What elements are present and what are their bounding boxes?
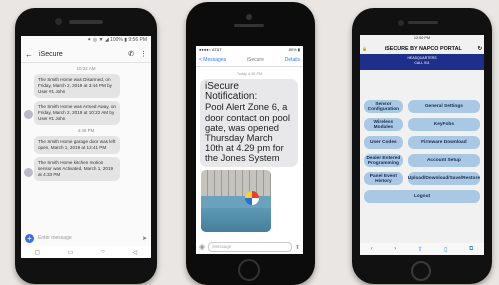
- share-icon[interactable]: ⇧: [418, 246, 423, 253]
- address-bar[interactable]: 🔒 iSECURE BY NAPCO PORTAL ↻: [360, 43, 484, 54]
- split-icon[interactable]: ▭: [68, 249, 74, 256]
- alert-body: Pool Alert Zone 6, a door contact on poo…: [205, 101, 290, 164]
- alert-heading: iSecure Notification:: [205, 81, 258, 103]
- upload-download-button[interactable]: Upload/Download/Save/Restore: [407, 172, 480, 185]
- home-button[interactable]: [411, 261, 431, 281]
- alert-message-bubble: iSecure Notification: Pool Alert Zone 6,…: [200, 79, 298, 167]
- general-settings-button[interactable]: General Settings: [407, 100, 480, 113]
- keyfobs-button[interactable]: KeyFobs: [407, 118, 480, 131]
- avatar: [24, 168, 33, 177]
- panel-event-history-button[interactable]: Panel Event History: [364, 172, 403, 185]
- earpiece-speaker: [234, 24, 264, 27]
- message-timestamp: 10:22 AM: [76, 66, 96, 71]
- conversation-title: iSecure: [39, 50, 63, 58]
- android-phone: ⁕ ◎ ▼ ◢ 100% ▮ 9:56 PM ← iSecure ✆ ⋮ 10:…: [15, 8, 157, 284]
- message-timestamp: 4:48 PM: [77, 128, 95, 133]
- compose-bar: + Enter message ➤: [21, 232, 151, 244]
- pool-photo[interactable]: [201, 169, 271, 232]
- portal-url[interactable]: iSECURE BY NAPCO PORTAL: [369, 46, 477, 52]
- earpiece-speaker: [69, 20, 103, 24]
- compose-bar: ◉ iMessage ⬆: [196, 240, 303, 254]
- bookmarks-icon[interactable]: ▯: [444, 246, 447, 253]
- android-nav-bar: ◻ ▭ ○ ◁: [21, 246, 151, 258]
- banner-line: CALL 911: [414, 60, 430, 65]
- browser-toolbar: ‹ › ⇧ ▯ ⧉: [360, 243, 484, 255]
- account-banner: HEADQUARTERS CALL 911: [360, 54, 484, 70]
- message-timestamp: Today 4:35 PM: [236, 72, 263, 76]
- back-icon[interactable]: ◁: [132, 249, 137, 256]
- pool-water: [201, 207, 271, 232]
- iphone-messages: ●●●●○ AT&T 80% ▮ < Messages iSecure Deta…: [186, 2, 315, 285]
- send-icon[interactable]: ⬆: [295, 244, 300, 251]
- contact-name: iSecure: [246, 57, 264, 63]
- details-button[interactable]: Details: [285, 57, 300, 63]
- battery-label: 80% ▮: [288, 47, 300, 52]
- camera-icon[interactable]: ◉: [199, 243, 205, 251]
- front-camera: [398, 20, 404, 26]
- front-camera: [246, 14, 252, 20]
- back-icon[interactable]: ‹: [371, 246, 373, 252]
- message-input[interactable]: Enter message: [38, 235, 142, 241]
- send-icon[interactable]: ➤: [142, 235, 147, 242]
- messages-nav-bar: < Messages iSecure Details: [196, 54, 303, 67]
- forward-icon[interactable]: ›: [394, 246, 396, 252]
- home-icon[interactable]: ○: [101, 249, 105, 255]
- iphone-portal: 12:00 PM 🔒 iSECURE BY NAPCO PORTAL ↻ HEA…: [352, 8, 492, 284]
- sms-screen: ⁕ ◎ ▼ ◢ 100% ▮ 9:56 PM ← iSecure ✆ ⋮ 10:…: [21, 36, 151, 258]
- status-bar: ⁕ ◎ ▼ ◢ 100% ▮ 9:56 PM: [87, 37, 147, 43]
- home-button[interactable]: [238, 259, 260, 281]
- dealer-programming-button[interactable]: Dealer Entered Programming: [364, 154, 403, 167]
- message-bubble: The Smith Home garage door was left open…: [34, 136, 120, 154]
- reload-icon[interactable]: ↻: [477, 46, 482, 52]
- firmware-download-button[interactable]: Firmware Download: [407, 136, 480, 149]
- lock-icon: 🔒: [362, 46, 367, 51]
- back-arrow-icon[interactable]: ←: [25, 50, 33, 59]
- front-camera: [55, 18, 62, 25]
- earpiece-speaker: [408, 21, 438, 24]
- wireless-modules-button[interactable]: Wireless Modules: [364, 118, 403, 131]
- recents-icon[interactable]: ◻: [35, 249, 40, 256]
- imessage-input[interactable]: iMessage: [208, 242, 292, 252]
- beach-ball: [245, 190, 259, 205]
- portal-menu: Sensor Configuration General Settings Wi…: [360, 70, 484, 203]
- user-codes-button[interactable]: User Codes: [364, 136, 403, 149]
- message-bubble: The Smith Home was Disarmed, on Friday, …: [34, 74, 120, 98]
- logout-button[interactable]: Logout: [364, 190, 480, 203]
- pool-fence: [201, 169, 271, 196]
- phone-call-icon[interactable]: ✆: [128, 50, 134, 58]
- imessage-screen: ●●●●○ AT&T 80% ▮ < Messages iSecure Deta…: [196, 46, 303, 254]
- status-bar: 12:00 PM: [413, 36, 431, 40]
- carrier-label: ●●●●○ AT&T: [199, 47, 222, 52]
- overflow-menu-icon[interactable]: ⋮: [140, 50, 147, 58]
- tabs-icon[interactable]: ⧉: [469, 246, 473, 253]
- back-to-messages-button[interactable]: < Messages: [199, 57, 226, 63]
- message-bubble: The Smith Home kitchen motion sensor was…: [34, 157, 120, 181]
- sensor-configuration-button[interactable]: Sensor Configuration: [364, 100, 403, 113]
- conversation-header: ← iSecure ✆ ⋮: [21, 46, 151, 63]
- message-bubble: The Smith Home was Armed Away, on Friday…: [34, 101, 120, 125]
- add-attachment-icon[interactable]: +: [25, 233, 34, 243]
- status-bar: ●●●●○ AT&T 80% ▮: [196, 46, 303, 54]
- portal-screen: 12:00 PM 🔒 iSECURE BY NAPCO PORTAL ↻ HEA…: [360, 35, 484, 255]
- account-setup-button[interactable]: Account Setup: [407, 154, 480, 167]
- avatar: [24, 110, 33, 119]
